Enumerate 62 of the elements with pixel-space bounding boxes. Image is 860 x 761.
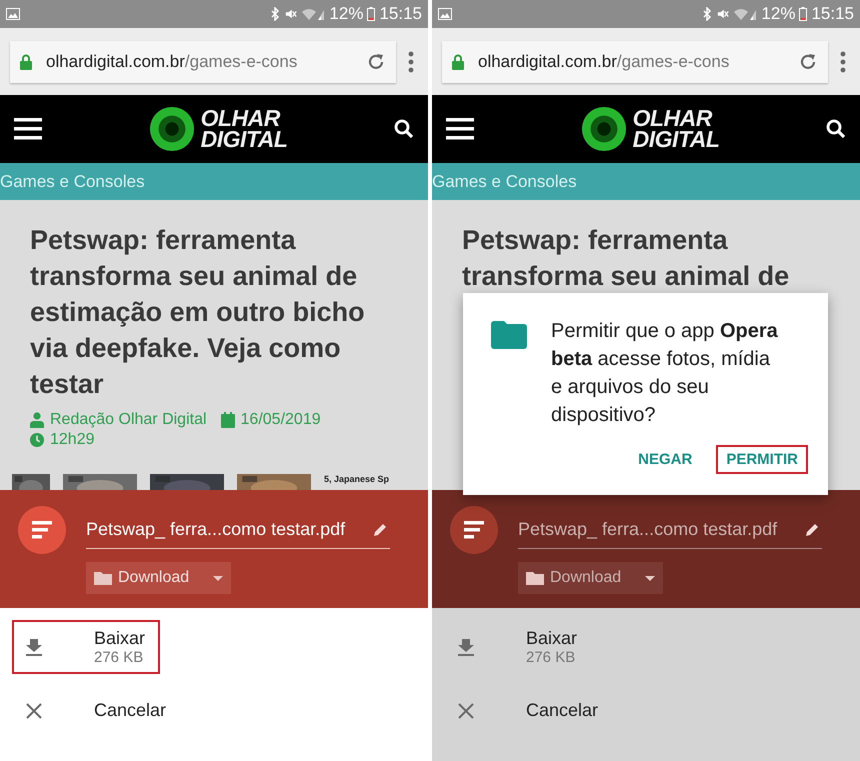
wifi-signal-icon [301, 7, 326, 21]
dialog-button[interactable]: NEGAR [628, 445, 702, 474]
dialog-message: Permitir que o app Opera beta acesse fotos, mídia e arquivos do seu dispositivo? [551, 319, 779, 428]
url-text: olhardigital.com.br/games-e-cons [478, 52, 730, 72]
logo-text: OLHAR DIGITAL [632, 108, 720, 150]
gallery-icon [438, 8, 452, 20]
logo-text: OLHAR DIGITAL [200, 108, 288, 150]
clock: 15:15 [379, 4, 422, 24]
folder-icon [94, 571, 112, 585]
caret-icon [213, 576, 223, 580]
wifi-signal-icon [733, 7, 758, 21]
battery-percentage: 12% [329, 4, 364, 24]
close-icon [24, 700, 44, 720]
sheet-action[interactable]: Cancelar [444, 692, 610, 729]
battery-icon [799, 7, 808, 21]
close-icon [456, 700, 476, 720]
dialog-button[interactable]: PERMITIR [716, 445, 808, 474]
reload-icon[interactable] [798, 52, 818, 72]
download-icon [456, 637, 476, 657]
menu-icon[interactable] [446, 117, 474, 141]
search-icon[interactable] [394, 119, 414, 139]
bluetooth-icon [701, 7, 714, 21]
lock-icon [452, 54, 464, 70]
address-bar[interactable]: olhardigital.com.br/games-e-cons [442, 40, 828, 82]
clock: 15:15 [811, 4, 854, 24]
folder-icon [491, 321, 527, 349]
sheet-action[interactable]: Baixar 276 KB [12, 620, 160, 674]
article-headline: Petswap: ferramenta transforma seu animal de [462, 224, 790, 293]
lock-icon [20, 54, 32, 70]
more-options-icon[interactable] [408, 50, 414, 72]
pencil-icon[interactable] [372, 522, 388, 538]
search-icon[interactable] [826, 119, 846, 139]
url-text: olhardigital.com.br/games-e-cons [46, 52, 298, 72]
document-icon [18, 506, 66, 554]
article-headline: Petswap: ferramenta transforma seu animal de estimação em outro bicho via deepfake. Veja como testar [30, 224, 366, 401]
bluetooth-icon [269, 7, 282, 21]
folder-dropdown[interactable]: Download [86, 562, 231, 594]
folder-icon [526, 571, 544, 585]
address-bar[interactable]: olhardigital.com.br/games-e-cons [10, 40, 396, 82]
publish-date: 16/05/2019 [240, 410, 321, 430]
more-options-icon[interactable] [840, 50, 846, 72]
gallery-icon [6, 8, 20, 20]
reload-icon[interactable] [366, 52, 386, 72]
battery-icon [367, 7, 376, 21]
battery-percentage: 12% [761, 4, 796, 24]
person-icon [30, 412, 44, 428]
download-icon [24, 637, 44, 657]
mute-icon [285, 7, 298, 21]
caret-icon [645, 576, 655, 580]
sheet-action[interactable]: Baixar 276 KB [444, 620, 592, 674]
mute-icon [717, 7, 730, 21]
publish-time: 12h29 [50, 430, 94, 450]
pencil-icon[interactable] [804, 522, 820, 538]
document-icon [450, 506, 498, 554]
folder-dropdown[interactable]: Download [518, 562, 663, 594]
menu-icon[interactable] [14, 117, 42, 141]
thumbnail-caption: 5, Japanese Sp [324, 474, 390, 484]
calendar-icon [220, 412, 235, 428]
sheet-action[interactable]: Cancelar [12, 692, 178, 729]
eye-logo-icon [148, 106, 195, 152]
eye-logo-icon [580, 106, 627, 152]
clock-icon [30, 432, 44, 448]
